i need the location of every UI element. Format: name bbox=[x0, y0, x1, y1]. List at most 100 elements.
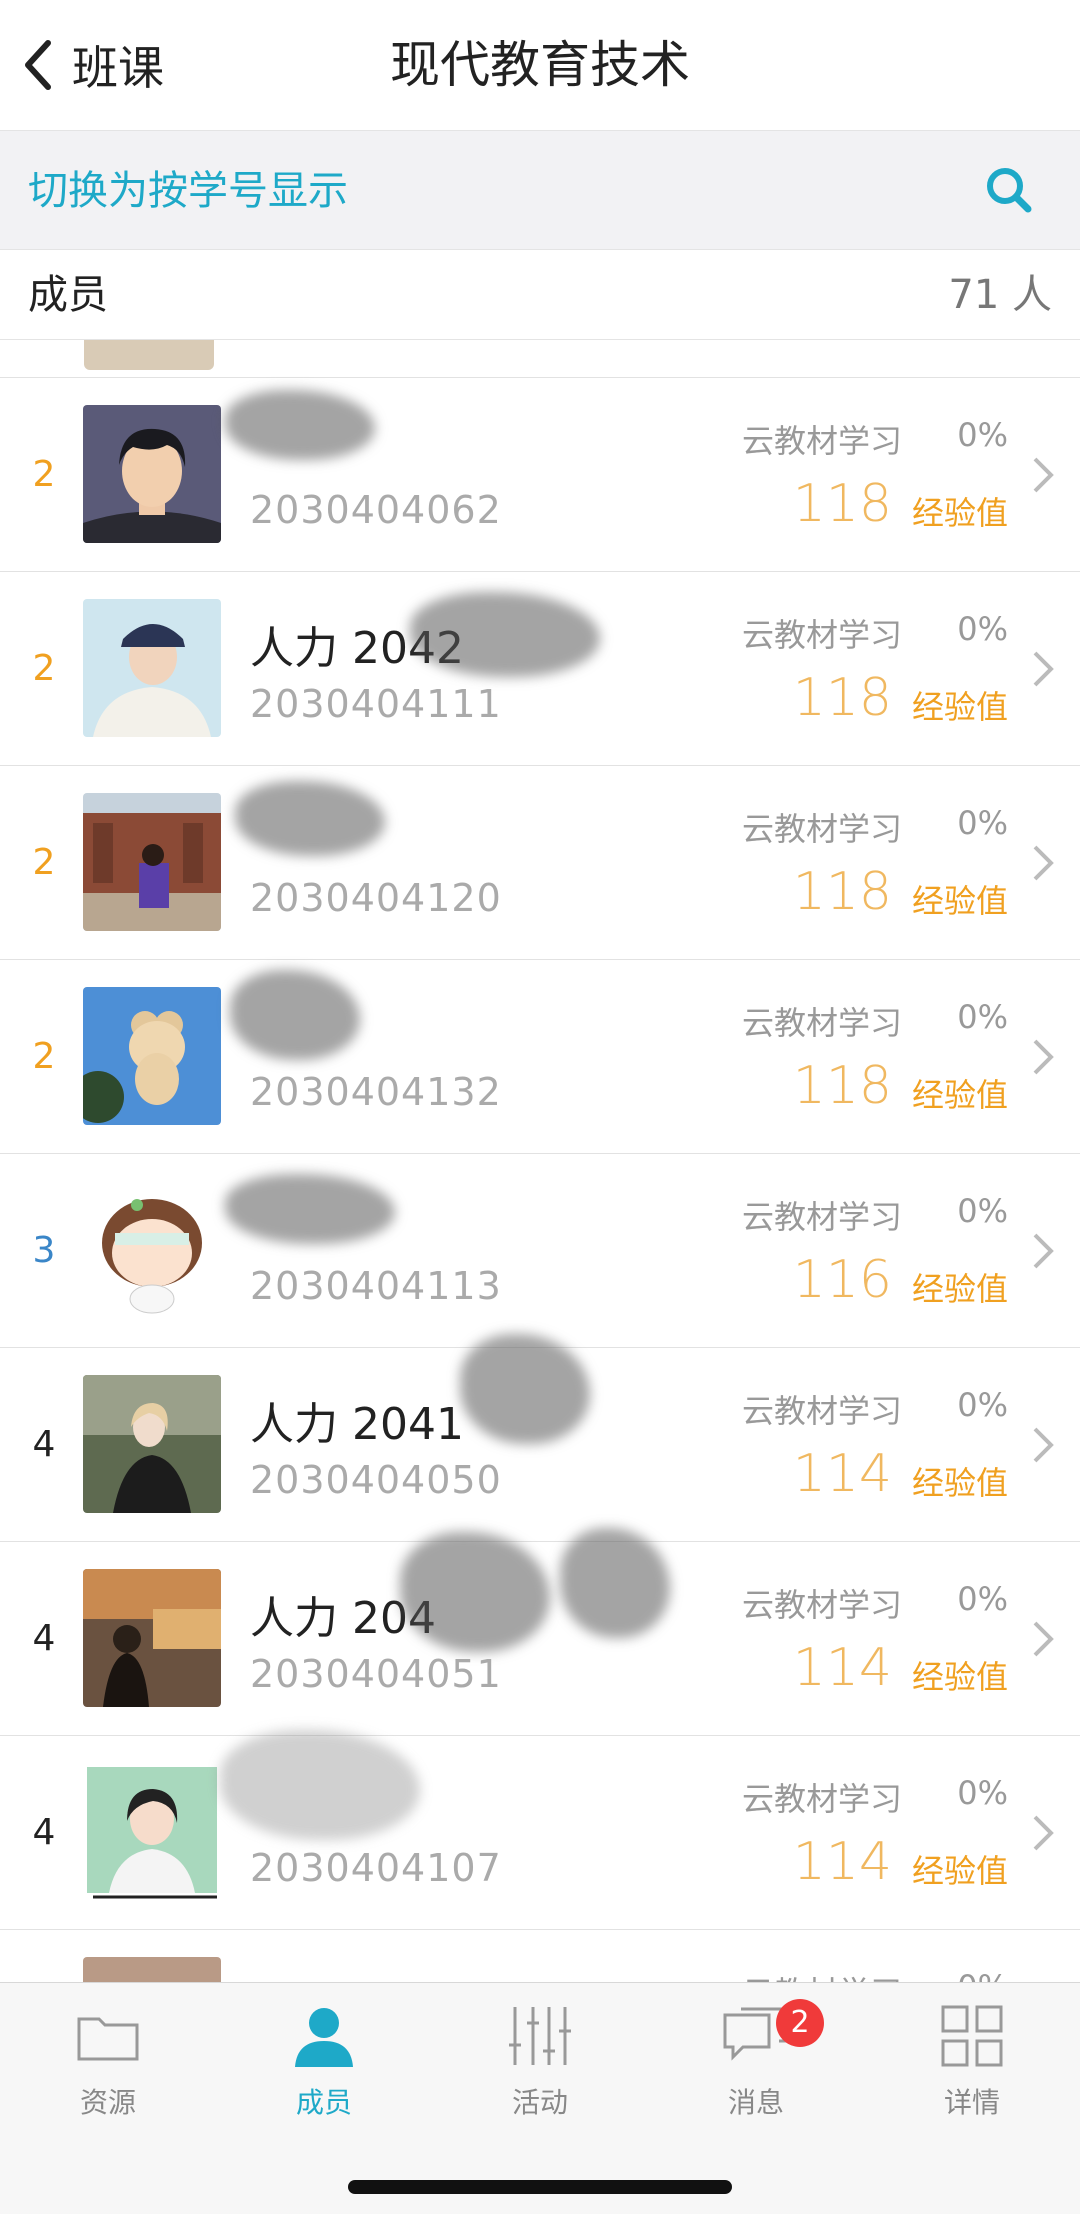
toggle-by-student-id-link[interactable]: 切换为按学号显示 bbox=[28, 131, 348, 251]
avatar bbox=[83, 793, 221, 931]
experience-score: 118 bbox=[792, 474, 892, 534]
avatar bbox=[83, 1181, 221, 1319]
member-row[interactable]: 2 2030404062 云教材学习 0% 118 经验值 bbox=[0, 378, 1080, 572]
experience-label: 经验值 bbox=[911, 688, 1008, 726]
member-row[interactable]: 2 2030404132 云教材学习 0% 118 经验值 bbox=[0, 960, 1080, 1154]
experience-label: 经验值 bbox=[911, 1270, 1008, 1308]
redaction-mark bbox=[460, 1334, 590, 1444]
progress-percent: 0% bbox=[957, 1774, 1008, 1812]
chevron-right-icon bbox=[1033, 457, 1054, 493]
rank: 4 bbox=[32, 1618, 56, 1659]
experience-score: 114 bbox=[792, 1832, 892, 1892]
chevron-right-icon bbox=[1033, 651, 1054, 687]
student-id: 2030404113 bbox=[250, 1264, 502, 1308]
chevron-right-icon bbox=[1033, 1039, 1054, 1075]
course-label: 云教材学习 bbox=[742, 810, 903, 848]
course-label: 云教材学习 bbox=[742, 1392, 903, 1430]
experience-score: 118 bbox=[792, 668, 892, 728]
course-label: 云教材学习 bbox=[742, 1586, 903, 1624]
member-row[interactable]: 2 人力 2042 2030404111 云教材学习 0% 118 经验值 bbox=[0, 572, 1080, 766]
folder-icon bbox=[77, 2017, 139, 2061]
progress-percent: 0% bbox=[957, 610, 1008, 648]
course-label: 云教材学习 bbox=[742, 1004, 903, 1042]
grid-icon bbox=[941, 2005, 1003, 2067]
members-label: 成员 bbox=[28, 272, 108, 318]
member-row[interactable]: 2 2030404120 云教材学习 0% 118 经验值 bbox=[0, 766, 1080, 960]
experience-label: 经验值 bbox=[911, 1464, 1008, 1502]
tab-activities[interactable]: 活动 bbox=[432, 2001, 648, 2131]
experience-score: 118 bbox=[792, 1056, 892, 1116]
avatar bbox=[83, 599, 221, 737]
member-row[interactable]: 3 2030404113 云教材学习 0% 116 经验值 bbox=[0, 1154, 1080, 1348]
student-id: 2030404120 bbox=[250, 876, 502, 920]
member-row[interactable]: 4 人力 2041 2030404050 云教材学习 0% 114 经验值 bbox=[0, 1334, 1080, 1542]
person-icon bbox=[295, 2008, 353, 2067]
rank: 3 bbox=[32, 1230, 56, 1271]
members-header: 成员 71 人 bbox=[0, 250, 1080, 340]
rank: 2 bbox=[32, 454, 56, 495]
redaction-mark bbox=[560, 1528, 670, 1638]
home-indicator bbox=[348, 2180, 732, 2194]
rank: 4 bbox=[32, 1424, 56, 1465]
unread-badge: 2 bbox=[776, 1999, 824, 2047]
experience-score: 116 bbox=[792, 1250, 892, 1310]
redaction-mark bbox=[410, 592, 600, 677]
student-id: 2030404050 bbox=[250, 1458, 502, 1502]
avatar bbox=[83, 987, 221, 1125]
page-title: 现代教育技术 bbox=[390, 36, 690, 94]
redaction-mark bbox=[235, 781, 385, 856]
student-id: 2030404107 bbox=[250, 1846, 502, 1890]
partial-list-item bbox=[0, 340, 1080, 378]
tab-label: 消息 bbox=[727, 2086, 784, 2119]
tab-resources[interactable]: 资源 bbox=[0, 2001, 216, 2131]
experience-label: 经验值 bbox=[911, 494, 1008, 532]
redaction-mark bbox=[220, 1730, 420, 1840]
avatar bbox=[83, 1569, 221, 1707]
student-id: 2030404111 bbox=[250, 682, 502, 726]
redaction-mark bbox=[225, 1174, 395, 1244]
redaction-mark bbox=[400, 1532, 550, 1652]
redaction-mark bbox=[230, 970, 360, 1060]
course-label: 云教材学习 bbox=[742, 422, 903, 460]
chevron-right-icon bbox=[1033, 845, 1054, 881]
progress-percent: 0% bbox=[957, 1386, 1008, 1424]
tab-members[interactable]: 成员 bbox=[216, 2001, 432, 2131]
tab-label: 活动 bbox=[511, 2086, 568, 2119]
chevron-right-icon bbox=[1033, 1621, 1054, 1657]
rank: 2 bbox=[32, 1036, 56, 1077]
avatar bbox=[83, 1763, 221, 1901]
sliders-icon bbox=[509, 2007, 571, 2065]
tab-label: 资源 bbox=[79, 2086, 136, 2119]
course-label: 云教材学习 bbox=[742, 1198, 903, 1236]
experience-score: 118 bbox=[792, 862, 892, 922]
redaction-mark bbox=[225, 390, 375, 460]
course-label: 云教材学习 bbox=[742, 1780, 903, 1818]
experience-label: 经验值 bbox=[911, 1076, 1008, 1114]
experience-score: 114 bbox=[792, 1444, 892, 1504]
chevron-right-icon bbox=[1033, 1815, 1054, 1851]
avatar bbox=[83, 1375, 221, 1513]
members-count: 71 人 bbox=[948, 272, 1052, 318]
search-icon[interactable] bbox=[980, 161, 1040, 221]
rank: 2 bbox=[32, 842, 56, 883]
student-id: 2030404062 bbox=[250, 488, 502, 532]
display-toggle-bar: 切换为按学号显示 bbox=[0, 130, 1080, 250]
member-row[interactable]: 4 人力 204 2030404051 云教材学习 0% 114 经验值 bbox=[0, 1528, 1080, 1736]
navigation-bar: 班课 现代教育技术 bbox=[0, 0, 1080, 130]
rank: 2 bbox=[32, 648, 56, 689]
tab-details[interactable]: 详情 bbox=[864, 2001, 1080, 2131]
progress-percent: 0% bbox=[957, 998, 1008, 1036]
experience-label: 经验值 bbox=[911, 1658, 1008, 1696]
member-row[interactable]: 4 2030404107 云教材学习 0% 114 经验值 bbox=[0, 1730, 1080, 1930]
tab-messages[interactable]: 2 消息 bbox=[648, 1999, 864, 2131]
experience-score: 114 bbox=[792, 1638, 892, 1698]
member-list: 2 2030404062 云教材学习 0% 118 经验值 2 人力 2042 … bbox=[0, 378, 1080, 2124]
avatar bbox=[84, 340, 214, 370]
chevron-right-icon bbox=[1033, 1427, 1054, 1463]
tab-label: 成员 bbox=[295, 2086, 352, 2119]
experience-label: 经验值 bbox=[911, 882, 1008, 920]
progress-percent: 0% bbox=[957, 1580, 1008, 1618]
chevron-right-icon bbox=[1033, 1233, 1054, 1269]
course-label: 云教材学习 bbox=[742, 616, 903, 654]
member-name: 人力 2041 bbox=[250, 1399, 464, 1450]
